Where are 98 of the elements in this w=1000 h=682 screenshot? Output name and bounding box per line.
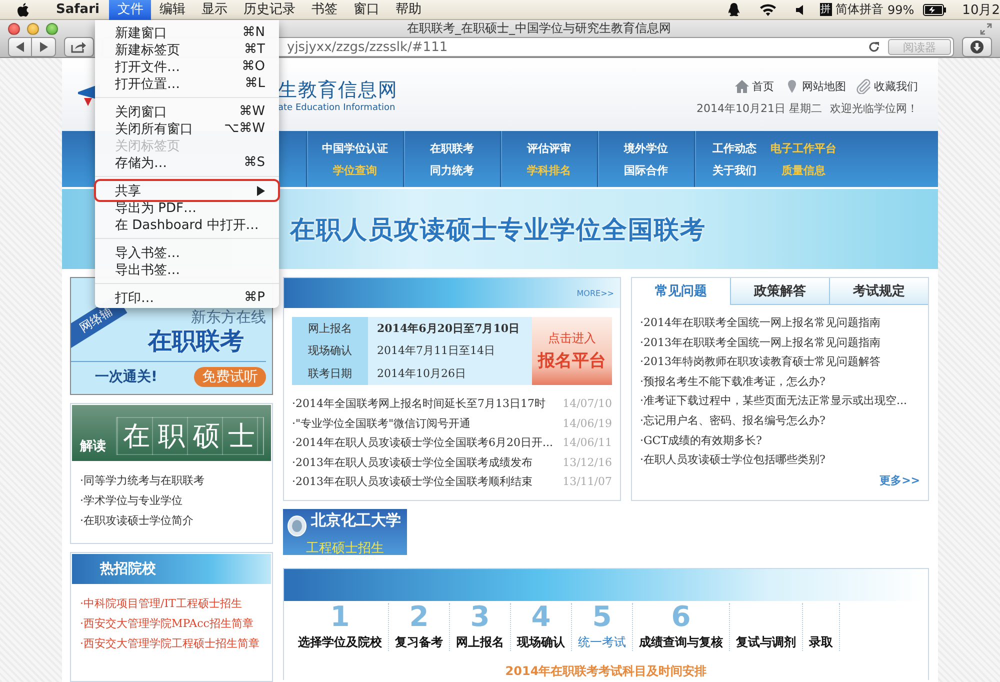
step-number: 3 bbox=[470, 603, 490, 631]
step-link[interactable]: 现场确认 bbox=[517, 633, 565, 651]
site-title: 生教育信息网 bbox=[278, 78, 398, 102]
step-number: 6 bbox=[671, 603, 691, 631]
faq-link[interactable]: ·2013年特岗教师在职攻读教育硕士常见问题解答 bbox=[640, 352, 920, 372]
nav-link[interactable]: 国际合作 bbox=[624, 162, 668, 178]
menu-bar-item[interactable]: 显示 bbox=[193, 0, 236, 20]
menu-item[interactable]: 在 Dashboard 中打开… bbox=[97, 216, 277, 233]
faq-link[interactable]: ·GCT成绩的有效期多长? bbox=[640, 430, 920, 450]
step-link[interactable]: 网上报名 bbox=[456, 633, 504, 651]
side-link[interactable]: ·在职攻读硕士学位简介 bbox=[80, 513, 263, 528]
news-link[interactable]: ·2013年在职人员攻读硕士学位全国联考成绩发布 bbox=[292, 454, 532, 471]
step-number: 4 bbox=[531, 603, 551, 631]
step-link[interactable]: 统一考试 bbox=[578, 633, 626, 651]
input-method-icon[interactable]: 拼 bbox=[820, 3, 832, 16]
nav-link[interactable]: 同力统考 bbox=[430, 162, 474, 178]
schedule-value: 2014年10月26日 bbox=[376, 366, 467, 382]
faq-link[interactable]: ·忘记用户名、密码、报名编号怎么办? bbox=[640, 410, 920, 431]
schedule-label: 现场确认 bbox=[307, 343, 353, 360]
school-link[interactable]: ·西安交大管理学院工程硕士招生简章 bbox=[80, 636, 263, 651]
menu-bar-clock[interactable]: 10月2 bbox=[962, 0, 1000, 18]
register-title: 报名平台 bbox=[538, 350, 606, 372]
faq-link[interactable]: ·预报名考生不能下载准考证，怎么办? bbox=[640, 372, 920, 392]
school-link[interactable]: ·西安交大管理学院MPAcc招生简章 bbox=[80, 616, 263, 631]
interpret-prefix: 解读 bbox=[80, 438, 106, 455]
schedule-label: 联考日期 bbox=[307, 366, 353, 382]
battery-percent: 99% bbox=[888, 2, 914, 16]
news-link[interactable]: ·2014年在职人员攻读硕士学位全国联考6月20日开... bbox=[292, 435, 553, 452]
date-text: 2014年10月21日 星期二 bbox=[696, 101, 822, 116]
menu-item[interactable]: 共享 bbox=[97, 182, 277, 199]
menu-item[interactable]: 关闭所有窗口 ⌥⌘W bbox=[97, 120, 277, 137]
panel-heading: 热招院校 bbox=[72, 554, 271, 584]
site-subtitle: ate Education Information bbox=[278, 102, 396, 112]
step-number: 5 bbox=[592, 603, 612, 631]
school-name: 北京化工大学 bbox=[311, 511, 402, 530]
menu-bar-item[interactable]: 窗口 bbox=[345, 0, 388, 20]
step-link[interactable]: 复习备考 bbox=[395, 633, 443, 651]
step-link[interactable]: 选择学位及院校 bbox=[298, 633, 382, 651]
menu-item[interactable]: 打开位置… ⌘L bbox=[97, 75, 277, 92]
menu-bar-item[interactable]: 帮助 bbox=[387, 0, 430, 20]
nav-link[interactable]: 工作动态 bbox=[712, 140, 756, 156]
menu-bar-item[interactable]: 文件 bbox=[109, 0, 152, 20]
interpret-title: 在职硕士 bbox=[116, 417, 264, 455]
register-caption: 点击进入 bbox=[548, 330, 596, 347]
school-subtitle: 工程硕士招生 bbox=[305, 541, 385, 558]
header-link[interactable]: 网站地图 bbox=[802, 79, 846, 94]
nav-link[interactable]: 关于我们 bbox=[712, 162, 756, 178]
faq-link[interactable]: ·2013年在职联考全国统一网上报名常见问题指南 bbox=[640, 332, 920, 352]
menu-bar-item[interactable]: Safari bbox=[48, 0, 108, 20]
faq-link[interactable]: ·准考证下载过程中，某些页面无法正常显示或出现空... bbox=[640, 391, 920, 411]
interpret-banner[interactable]: 解读 在职硕士 bbox=[72, 405, 271, 461]
menu-item[interactable]: 存储为… ⌘S bbox=[97, 154, 277, 171]
nav-link[interactable]: 中国学位认证 bbox=[322, 140, 388, 156]
header-link[interactable]: 首页 bbox=[752, 79, 774, 94]
banner-title: 在职人员攻读硕士专业学位全国联考 bbox=[290, 214, 706, 246]
nav-link[interactable]: 评估评审 bbox=[527, 140, 571, 156]
ad-title: 在职联考 bbox=[148, 327, 244, 355]
header-link[interactable]: 收藏我们 bbox=[874, 79, 918, 94]
step-link[interactable]: 成绩查询与复核 bbox=[639, 633, 723, 651]
nav-link[interactable]: 境外学位 bbox=[624, 140, 668, 156]
step-number: 1 bbox=[330, 603, 350, 631]
schedule-value: 2014年6月20日至7月10日 bbox=[376, 320, 521, 337]
news-date: 13/11/07 bbox=[562, 474, 612, 490]
news-date: 14/07/10 bbox=[562, 396, 612, 412]
school-link[interactable]: ·中科院项目管理/IT工程硕士招生 bbox=[80, 596, 263, 611]
news-date: 14/06/19 bbox=[562, 416, 612, 432]
faq-link[interactable]: ·2014年在职联考全国统一网上报名常见问题指南 bbox=[640, 313, 920, 333]
step-link[interactable]: 复试与调剂 bbox=[736, 633, 796, 651]
menu-bar-item[interactable]: 历史记录 bbox=[235, 0, 304, 20]
welcome-text: 欢迎光临学位网！ bbox=[830, 101, 918, 116]
step-number: 2 bbox=[409, 603, 429, 631]
menu-item[interactable]: 导入书签… bbox=[97, 244, 277, 261]
news-link[interactable]: ·"专业学位全国联考"微信订阅号开通 bbox=[292, 416, 471, 432]
window-title: 在职联考_在职硕士_中国学位与研究生教育信息网 bbox=[407, 20, 671, 37]
schedule-value: 2014年7月11日至14日 bbox=[376, 343, 496, 360]
news-link[interactable]: ·2013年在职人员攻读硕士学位全国联考顺利结束 bbox=[292, 474, 532, 490]
menu-item[interactable]: 关闭窗口 ⌘W bbox=[97, 103, 277, 120]
menu-item[interactable]: 导出书签… bbox=[97, 261, 277, 278]
nav-link[interactable]: 在职联考 bbox=[430, 140, 474, 156]
faq-tab[interactable]: 政策解答 bbox=[730, 278, 829, 305]
ad-slogan: 一次通关! bbox=[95, 368, 158, 386]
news-date: 13/12/16 bbox=[562, 454, 612, 470]
section-heading: 2014年在职联考考试科目及时间安排 bbox=[504, 663, 708, 680]
side-link[interactable]: ·同等学力统考与在职联考 bbox=[80, 473, 263, 488]
input-method-label[interactable]: 简体拼音 bbox=[836, 1, 884, 18]
schedule-label: 网上报名 bbox=[307, 320, 353, 337]
side-link[interactable]: ·学术学位与专业学位 bbox=[80, 493, 263, 508]
faq-link[interactable]: ·在职人员攻读硕士学位包括哪些类别? bbox=[640, 450, 920, 470]
step-link[interactable]: 录取 bbox=[809, 633, 833, 651]
more-link[interactable]: 更多>> bbox=[880, 472, 920, 488]
news-date: 14/06/11 bbox=[562, 435, 612, 451]
faq-tab[interactable]: 考试规定 bbox=[829, 278, 928, 305]
ad-brand: 新东方在线 bbox=[191, 309, 266, 326]
menu-bar-item[interactable]: 书签 bbox=[303, 0, 346, 20]
menu-item[interactable]: 打开文件… ⌘O bbox=[97, 58, 277, 75]
news-link[interactable]: ·2014年全国联考网上报名时间延长至7月13日17时 bbox=[292, 396, 546, 412]
school-advert[interactable]: 北京化工大学 工程硕士招生 bbox=[283, 509, 407, 555]
menu-bar-item[interactable]: 编辑 bbox=[151, 0, 194, 20]
